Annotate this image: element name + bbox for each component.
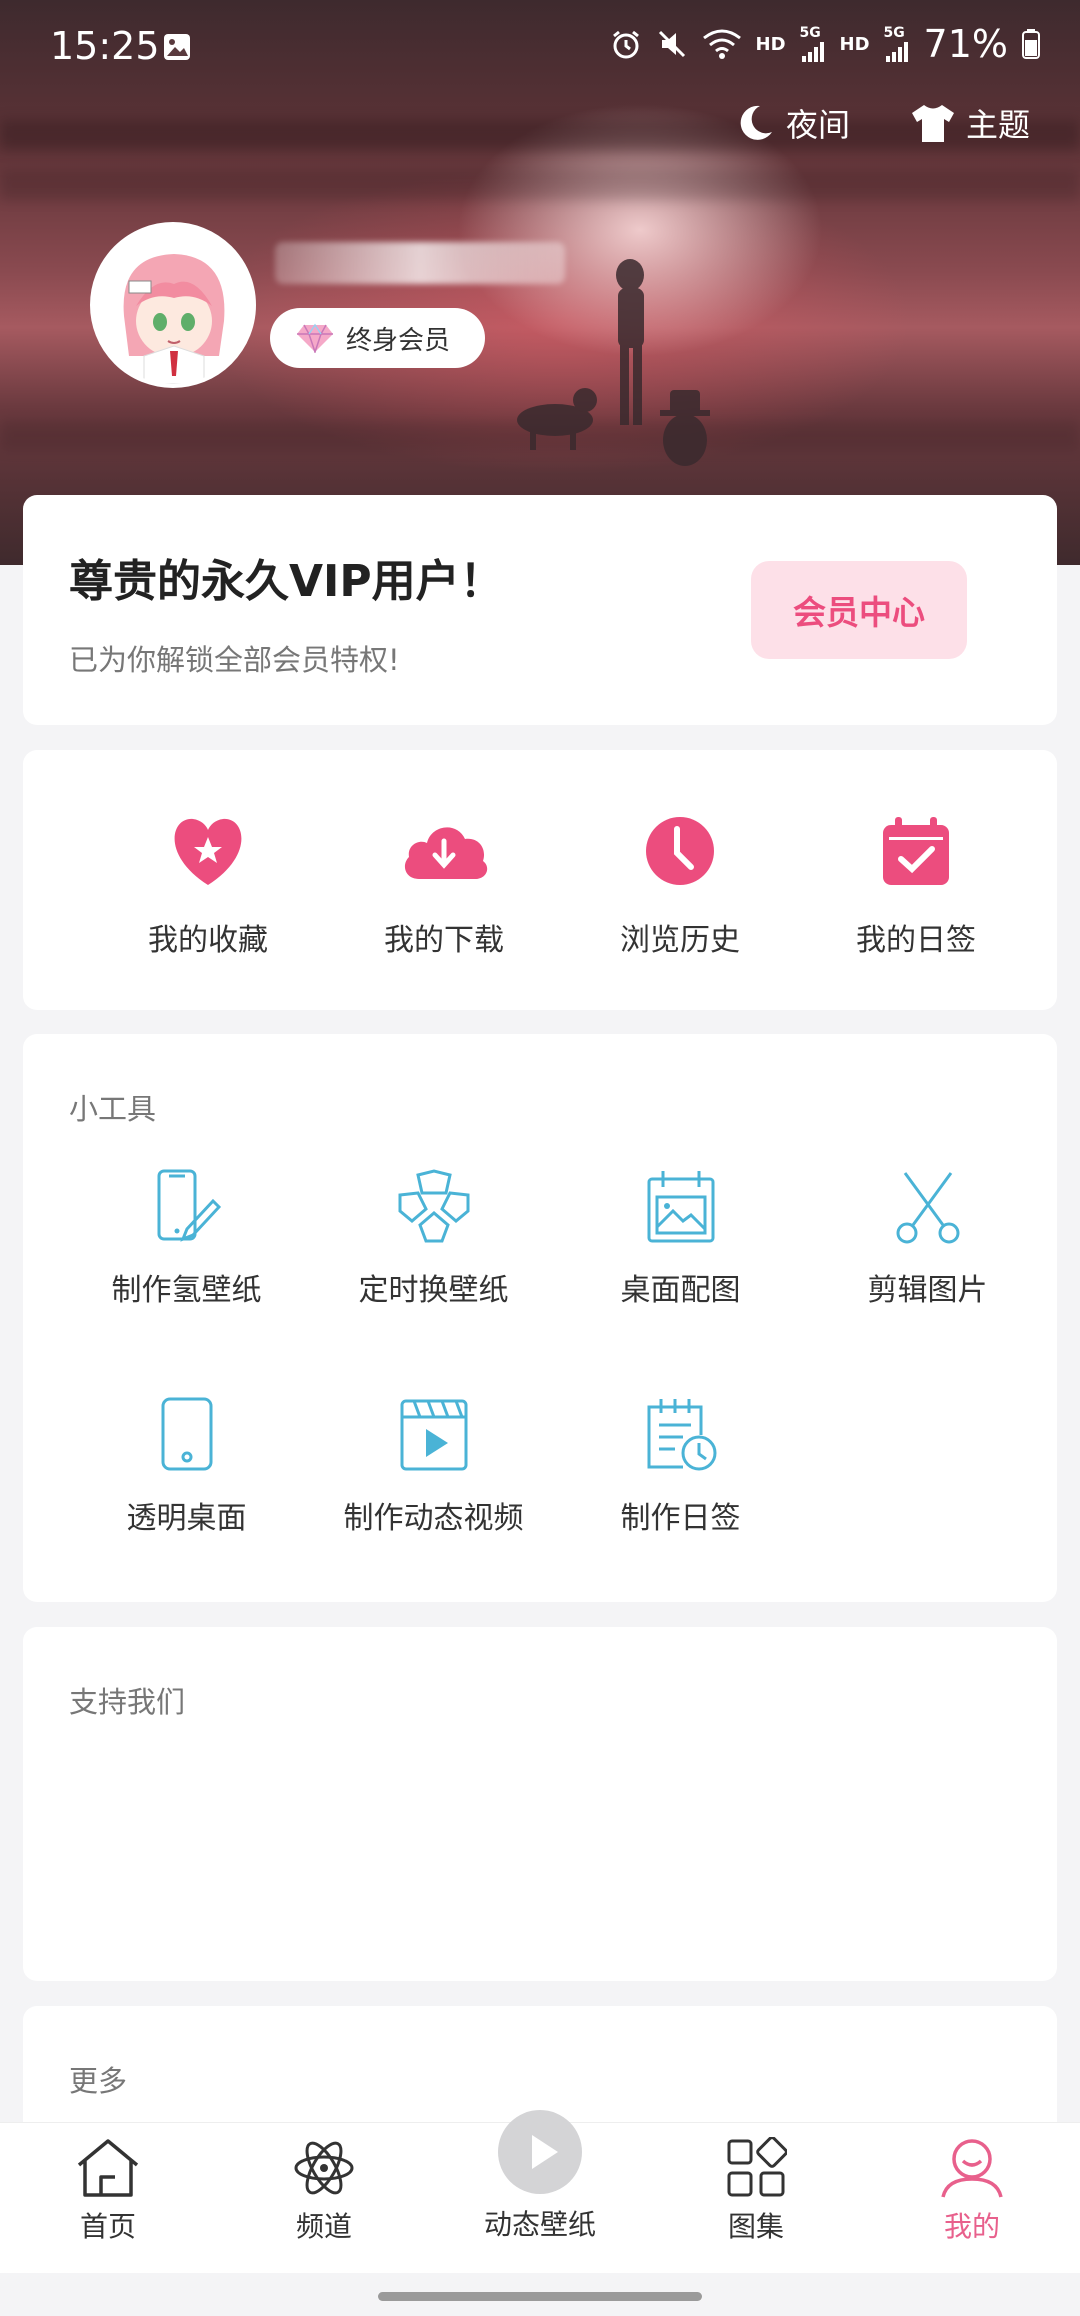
mute-icon [658,30,685,58]
pentagon-shuffle-icon [398,1169,469,1243]
signal-bars-icon [801,42,824,62]
night-label: 夜间 [785,106,850,144]
nav-mine[interactable]: 我的 [864,2123,1080,2273]
quick-action-label: 我的日签 [856,923,976,958]
tool-make-wallpaper[interactable]: 制作氢壁纸 [63,1169,310,1397]
tool-desktop-image[interactable]: 桌面配图 [557,1169,804,1397]
tools-title: 小工具 [69,1092,157,1126]
quick-action-favorites[interactable]: 我的收藏 [90,815,326,959]
tool-label: 制作动态视频 [343,1501,524,1536]
nav-label: 频道 [295,2210,352,2243]
tshirt-icon [911,105,954,142]
signal-2: 5G [884,26,910,62]
status-time: 15:25 [50,24,160,68]
gallery-notification-icon [164,34,190,60]
user-icon [941,2139,1003,2198]
calendar-check-icon [883,817,949,885]
membership-label: 终身会员 [346,325,451,356]
theme-button[interactable]: 主题 [910,100,1030,146]
home-icon [77,2139,139,2197]
nav-label: 首页 [79,2210,136,2243]
nav-home[interactable]: 首页 [0,2123,216,2273]
avatar[interactable] [90,222,256,388]
home-indicator[interactable] [378,2292,702,2301]
quick-action-history[interactable]: 浏览历史 [562,815,798,959]
phone-icon [161,1397,212,1471]
tool-label: 剪辑图片 [867,1273,988,1308]
tool-make-daily-sign[interactable]: 制作日签 [557,1397,804,1625]
tool-make-video[interactable]: 制作动态视频 [310,1397,557,1625]
nav-gallery[interactable]: 图集 [648,2123,864,2273]
hd-indicator-2: HD [839,33,870,55]
nav-live-wallpaper[interactable]: 动态壁纸 [432,2110,648,2273]
more-title: 更多 [69,2064,128,2098]
signal-bars-icon [885,42,908,62]
signal-1: 5G [800,26,826,62]
nav-label: 图集 [727,2210,784,2243]
nav-channel[interactable]: 频道 [216,2123,432,2273]
vip-subtitle: 已为你解锁全部会员特权! [69,643,400,677]
heart-star-icon [174,818,242,885]
status-bar: 15:25 HD 5G HD 5G 71% [0,0,1080,95]
atom-icon [294,2141,354,2195]
quick-action-downloads[interactable]: 我的下载 [326,815,562,959]
username-redacted [275,242,565,284]
tool-label: 定时换壁纸 [358,1273,509,1308]
tool-label: 透明桌面 [126,1501,247,1536]
header-silhouette-image [517,259,710,466]
scissors-icon [896,1172,959,1244]
calendar-image-icon [647,1171,714,1243]
play-icon [498,2110,582,2194]
battery-icon [1022,29,1040,59]
hd-indicator-1: HD [755,33,786,55]
alarm-icon [612,30,639,59]
clock-icon [646,817,714,885]
nav-label: 动态壁纸 [483,2208,596,2241]
tool-transparent-desktop[interactable]: 透明桌面 [63,1397,310,1625]
diamond-icon [297,323,333,353]
quick-action-label: 我的下载 [384,923,504,958]
quick-actions-card: 我的收藏 我的下载 浏览历史 我的日签 [23,750,1057,1010]
support-title: 支持我们 [69,1685,186,1719]
vip-card: 尊贵的永久VIP用户！ 已为你解锁全部会员特权! 会员中心 [23,495,1057,725]
tool-timed-wallpaper[interactable]: 定时换壁纸 [310,1169,557,1397]
battery-percent: 71% [923,22,1008,66]
header-actions: 夜间 主题 [734,100,1030,146]
tool-label: 桌面配图 [620,1273,741,1308]
tool-label: 制作日签 [620,1501,741,1536]
wifi-icon [702,29,741,59]
vip-title: 尊贵的永久VIP用户！ [69,556,504,607]
moon-icon [740,105,772,140]
cloud-download-icon [404,827,488,879]
tool-crop-image[interactable]: 剪辑图片 [804,1169,1051,1397]
member-center-button[interactable]: 会员中心 [751,561,967,659]
tool-label: 制作氢壁纸 [111,1273,262,1308]
quick-action-label: 浏览历史 [620,923,740,958]
phone-edit-icon [157,1169,221,1242]
night-mode-button[interactable]: 夜间 [734,100,850,146]
quick-action-label: 我的收藏 [148,923,268,958]
grid-icon [727,2137,787,2197]
membership-badge[interactable]: 终身会员 [270,308,486,368]
theme-label: 主题 [965,106,1030,144]
tools-card: 小工具 制作氢壁纸 定时换壁纸 桌面配图 剪辑图片 透明桌面 制作动态视频 制作… [23,1034,1057,1602]
anime-avatar-image [94,226,252,384]
notepad-clock-icon [647,1399,716,1471]
nav-label: 我的 [943,2210,1000,2243]
support-card: 支持我们 [23,1627,1057,1981]
video-clapper-icon [400,1399,467,1471]
quick-action-daily-sign[interactable]: 我的日签 [798,815,1034,959]
bottom-nav: 首页 频道 动态壁纸 图集 我的 [0,2110,1080,2273]
